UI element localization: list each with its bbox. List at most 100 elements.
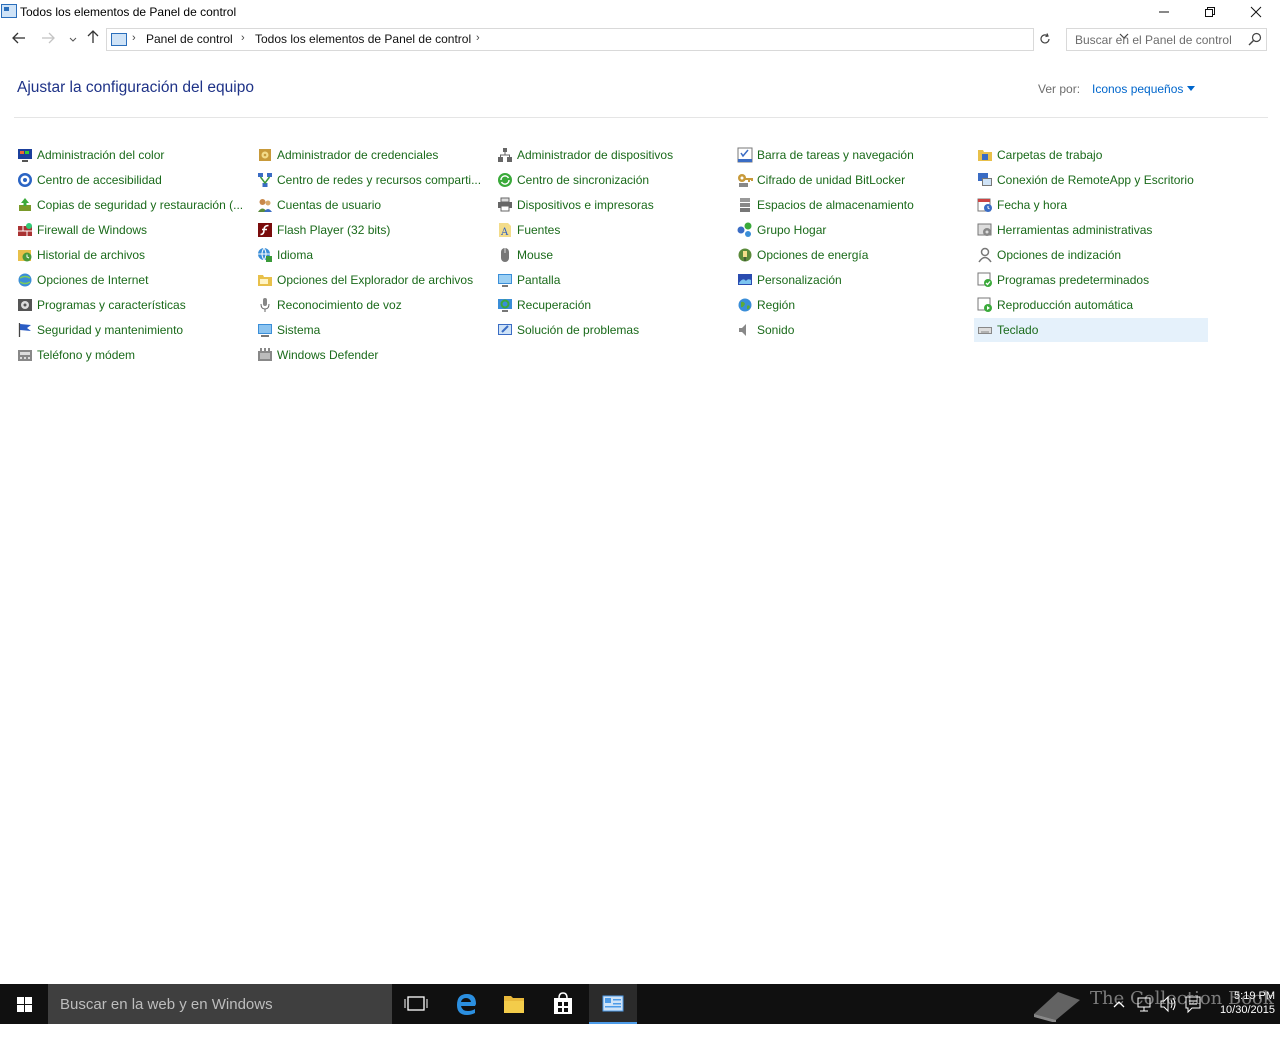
chevron-right-icon[interactable]: › (241, 32, 245, 44)
storage-icon (737, 197, 753, 213)
item-autoplay[interactable]: Reproducción automática (974, 293, 1208, 317)
item-security-maintenance[interactable]: Seguridad y mantenimiento (14, 318, 246, 342)
network-tray-button[interactable] (1136, 984, 1154, 1024)
book-logo-icon (1034, 992, 1080, 1022)
item-system[interactable]: Sistema (254, 318, 486, 342)
item-bitlocker[interactable]: Cifrado de unidad BitLocker (734, 168, 966, 192)
user-accounts-icon (257, 197, 273, 213)
item-backup-restore[interactable]: Copias de seguridad y restauración (... (14, 193, 246, 217)
store-button[interactable] (539, 984, 587, 1024)
item-network-sharing-center[interactable]: Centro de redes y recursos comparti... (254, 168, 486, 192)
item-user-accounts[interactable]: Cuentas de usuario (254, 193, 486, 217)
search-icon[interactable] (1247, 31, 1263, 47)
item-windows-firewall[interactable]: Firewall de Windows (14, 218, 246, 242)
clock-date: 10/30/2015 (1219, 1004, 1275, 1016)
up-button[interactable] (83, 30, 103, 50)
refresh-button[interactable] (1035, 28, 1055, 51)
mouse-icon (497, 247, 513, 263)
item-sound[interactable]: Sonido (734, 318, 966, 342)
minimize-button[interactable] (1141, 0, 1187, 24)
restore-icon (1205, 7, 1215, 17)
system-icon (257, 322, 273, 338)
item-mouse[interactable]: Mouse (494, 243, 726, 267)
item-flash-player[interactable]: Flash Player (32 bits) (254, 218, 486, 242)
item-credential-manager[interactable]: Administrador de credenciales (254, 143, 486, 167)
back-button[interactable] (9, 30, 29, 50)
item-programs-features[interactable]: Programas y características (14, 293, 246, 317)
taskbar-search-input[interactable] (48, 984, 392, 1024)
store-icon (554, 992, 572, 1014)
item-date-time[interactable]: Fecha y hora (974, 193, 1208, 217)
item-remoteapp-desktop[interactable]: Conexión de RemoteApp y Escritorio (974, 168, 1208, 192)
sync-icon (497, 172, 513, 188)
item-accessibility-center[interactable]: Centro de accesibilidad (14, 168, 246, 192)
navigation-bar: › Panel de control › Todos los elementos… (0, 26, 1280, 54)
phone-modem-icon (17, 347, 33, 363)
troubleshoot-icon (497, 322, 513, 338)
item-taskbar-navigation[interactable]: Barra de tareas y navegación (734, 143, 966, 167)
item-phone-modem[interactable]: Teléfono y módem (14, 343, 246, 367)
chevron-up-icon (1113, 1001, 1125, 1008)
system-clock[interactable]: 5:19 PM 10/30/2015 (1203, 989, 1275, 1017)
flash-icon (257, 222, 273, 238)
taskbar-search-box[interactable] (48, 984, 392, 1024)
item-display[interactable]: Pantalla (494, 268, 726, 292)
item-default-programs[interactable]: Programas predeterminados (974, 268, 1208, 292)
bitlocker-icon (737, 172, 753, 188)
item-sync-center[interactable]: Centro de sincronización (494, 168, 726, 192)
item-windows-defender[interactable]: Windows Defender (254, 343, 486, 367)
item-region[interactable]: Región (734, 293, 966, 317)
recent-locations-button[interactable] (63, 30, 83, 50)
caret-down-icon[interactable] (1187, 86, 1195, 91)
edge-browser-button[interactable] (442, 984, 490, 1024)
restore-button[interactable] (1187, 0, 1233, 24)
start-button[interactable] (0, 984, 48, 1024)
autoplay-icon (977, 297, 993, 313)
speaker-icon (737, 322, 753, 338)
search-input[interactable] (1067, 29, 1242, 50)
chevron-right-icon[interactable]: › (476, 32, 480, 44)
file-explorer-button[interactable] (490, 984, 538, 1024)
volume-tray-button[interactable] (1159, 984, 1179, 1024)
chevron-right-icon[interactable]: › (132, 32, 136, 44)
item-work-folders[interactable]: Carpetas de trabajo (974, 143, 1208, 167)
item-file-explorer-options[interactable]: Opciones del Explorador de archivos (254, 268, 486, 292)
item-language[interactable]: Idioma (254, 243, 486, 267)
item-color-management[interactable]: Administración del color (14, 143, 246, 167)
recovery-icon (497, 297, 513, 313)
item-devices-printers[interactable]: Dispositivos e impresoras (494, 193, 726, 217)
programs-icon (17, 297, 33, 313)
item-personalization[interactable]: Personalización (734, 268, 966, 292)
item-power-options[interactable]: Opciones de energía (734, 243, 966, 267)
item-troubleshooting[interactable]: Solución de problemas (494, 318, 726, 342)
breadcrumb-all-items[interactable]: Todos los elementos de Panel de control (255, 32, 471, 46)
item-administrative-tools[interactable]: Herramientas administrativas (974, 218, 1208, 242)
taskbar: The Collection Book 5:19 PM 10/30/2015 (0, 984, 1280, 1024)
action-center-button[interactable] (1184, 984, 1202, 1024)
page-title: Ajustar la configuración del equipo (17, 79, 254, 96)
item-internet-options[interactable]: Opciones de Internet (14, 268, 246, 292)
view-by-dropdown[interactable]: Iconos pequeños (1092, 82, 1183, 96)
refresh-icon (1040, 33, 1050, 44)
item-recovery[interactable]: Recuperación (494, 293, 726, 317)
item-keyboard[interactable]: Teclado (974, 318, 1208, 342)
language-icon (257, 247, 273, 263)
show-hidden-icons-button[interactable] (1112, 984, 1126, 1024)
address-bar[interactable]: › Panel de control › Todos los elementos… (106, 28, 1129, 51)
item-indexing-options[interactable]: Opciones de indización (974, 243, 1208, 267)
title-bar[interactable]: Todos los elementos de Panel de control (0, 0, 1280, 26)
item-speech-recognition[interactable]: Reconocimiento de voz (254, 293, 486, 317)
item-storage-spaces[interactable]: Espacios de almacenamiento (734, 193, 966, 217)
power-icon (737, 247, 753, 263)
control-panel-taskbar-button[interactable] (589, 984, 637, 1024)
close-button[interactable] (1233, 0, 1279, 24)
keyboard-icon (977, 322, 993, 338)
item-fonts[interactable]: A Fuentes (494, 218, 726, 242)
item-homegroup[interactable]: Grupo Hogar (734, 218, 966, 242)
search-box[interactable] (1066, 28, 1267, 51)
task-view-button[interactable] (392, 984, 440, 1024)
item-device-manager[interactable]: Administrador de dispositivos (494, 143, 726, 167)
item-file-history[interactable]: Historial de archivos (14, 243, 246, 267)
breadcrumb-control-panel[interactable]: Panel de control (146, 32, 233, 46)
forward-button[interactable] (38, 30, 58, 50)
